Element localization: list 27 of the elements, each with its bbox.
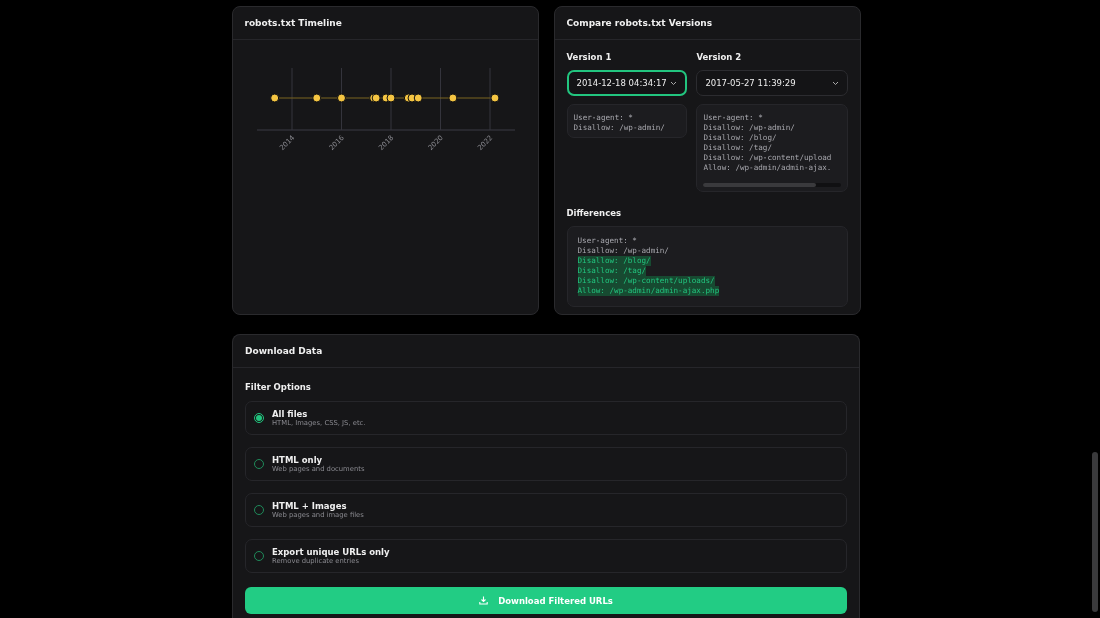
snapshot-point[interactable]: [269, 93, 279, 103]
chevron-down-icon: [831, 80, 839, 86]
chevron-down-icon: [670, 80, 678, 86]
snapshot-point[interactable]: [336, 93, 346, 103]
snapshot-point[interactable]: [489, 93, 499, 103]
snapshot-point[interactable]: [386, 93, 395, 103]
snapshot-point[interactable]: [311, 93, 321, 103]
option-label: HTML only: [272, 455, 323, 465]
radio-button[interactable]: [254, 413, 264, 423]
filter-options-heading: Filter Options: [245, 382, 312, 392]
grid-line: [439, 67, 441, 131]
snapshot-point[interactable]: [447, 93, 457, 103]
version-dropdown[interactable]: 2017-05-27 11:39:29: [696, 70, 848, 96]
differences-label: Differences: [566, 208, 621, 218]
option-label: HTML + Images: [272, 501, 347, 511]
snapshot-point[interactable]: [413, 93, 423, 103]
version-label: Version 2: [696, 52, 742, 62]
card-title: Download Data: [245, 346, 323, 356]
option-label: All files: [272, 409, 308, 419]
version-label: Version 1: [566, 52, 612, 62]
download-icon: [479, 596, 489, 605]
option-label: Export unique URLs only: [272, 547, 390, 557]
snapshot-point[interactable]: [371, 93, 381, 103]
card-title: Compare robots.txt Versions: [566, 18, 713, 28]
grid-line: [340, 67, 342, 131]
version-dropdown[interactable]: 2014-12-18 04:34:17: [566, 70, 688, 96]
card-title: robots.txt Timeline: [244, 18, 342, 28]
